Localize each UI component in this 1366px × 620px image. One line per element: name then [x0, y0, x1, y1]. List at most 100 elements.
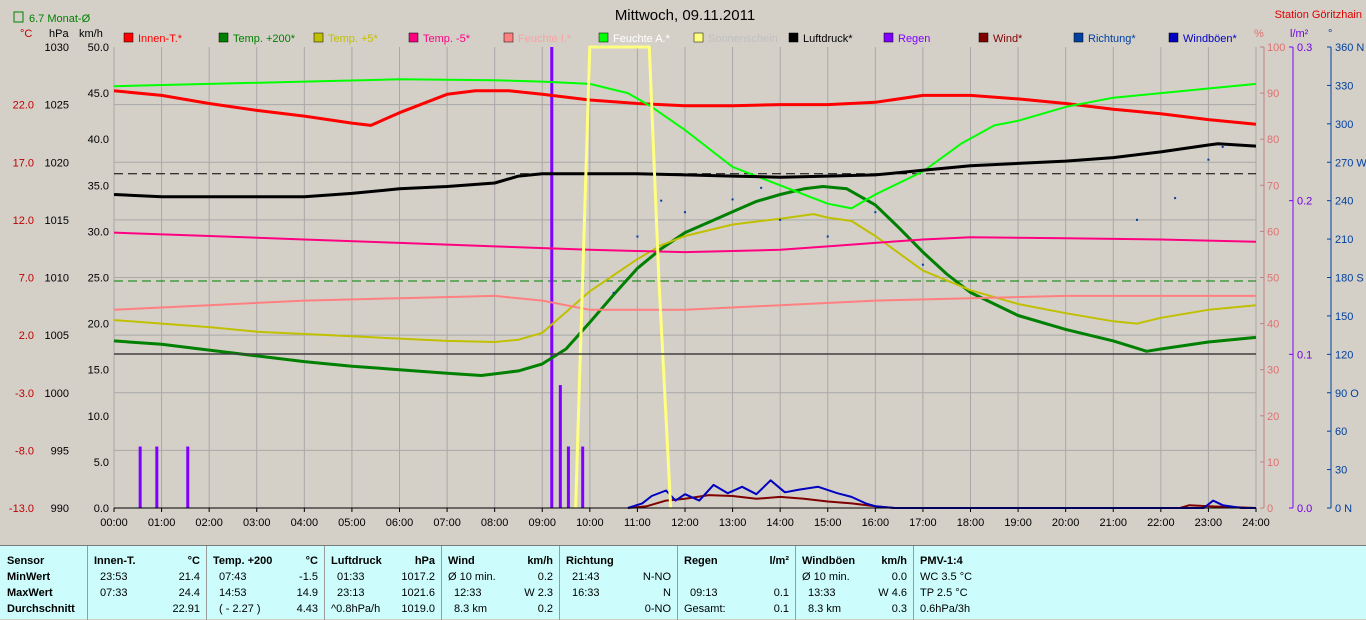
legend-swatch: [408, 32, 419, 43]
luftdruck-min: 1017.2: [401, 571, 435, 583]
legend-swatch: [1073, 32, 1084, 43]
tick-label-direction: 90 O: [1335, 388, 1359, 400]
tick-label-direction: 360 N: [1335, 42, 1364, 54]
direction-point: [826, 235, 829, 238]
monthly-average-label: 6.7 Monat-Ø: [29, 13, 91, 25]
rain-bar: [138, 446, 142, 508]
regen-unit: l/m²: [769, 555, 789, 567]
innen-min: 21.4: [178, 571, 200, 583]
tick-label-time: 04:00: [291, 517, 319, 529]
pmv-line3: 0.6hPa/3h: [920, 603, 971, 615]
legend-label: Sonnenschein: [708, 33, 778, 45]
unit-celsius: °C: [20, 28, 32, 40]
tick-label-percent: 0: [1267, 503, 1273, 515]
legend-label: Wind*: [993, 33, 1023, 45]
tick-label-kmh: 40.0: [88, 134, 109, 146]
luftdruck-unit: hPa: [414, 555, 435, 567]
stats-sensor-title: Sensor: [7, 555, 45, 567]
direction-point: [779, 218, 782, 221]
station-name: Station Göritzhain: [1275, 9, 1362, 21]
tick-label-time: 19:00: [1004, 517, 1032, 529]
legend-label: Temp. +5*: [328, 33, 379, 45]
boeen-unit: km/h: [881, 555, 907, 567]
tick-label-time: 00:00: [100, 517, 128, 529]
tick-label-kmh: 0.0: [94, 503, 109, 515]
tick-label-hpa: 1030: [45, 42, 69, 54]
legend-swatch: [313, 32, 324, 43]
tick-label-time: 23:00: [1195, 517, 1223, 529]
legend-swatch: [503, 32, 514, 43]
tick-label-percent: 70: [1267, 180, 1279, 192]
luftdruck-min-time: 01:33: [337, 571, 365, 583]
temp200-avg: 4.43: [296, 603, 318, 615]
stats-col-sensor: Sensor MinWert MaxWert Durchschnitt: [0, 546, 87, 620]
stats-col-luftdruck: Luftdruck hPa 01:33 1017.2 23:13 1021.6 …: [324, 546, 441, 620]
tick-label-hpa: 1005: [45, 330, 69, 342]
tick-label-time: 02:00: [195, 517, 223, 529]
tick-label-direction: 240: [1335, 196, 1353, 208]
tick-label-time: 10:00: [576, 517, 604, 529]
direction-point: [874, 211, 877, 214]
tick-label-time: 01:00: [148, 517, 176, 529]
tick-label-celsius: -8.0: [15, 445, 34, 457]
richtung-avg: 0-NO: [644, 603, 671, 615]
innen-avg: 22.91: [172, 603, 200, 615]
innen-min-time: 23:53: [100, 571, 128, 583]
legend-label: Richtung*: [1088, 33, 1136, 45]
rain-bar: [558, 385, 562, 508]
tick-label-direction: 330: [1335, 80, 1353, 92]
tick-label-direction: 270 W: [1335, 157, 1366, 169]
richtung-max-time: 16:33: [572, 587, 600, 599]
tick-label-time: 09:00: [528, 517, 556, 529]
tick-label-percent: 20: [1267, 411, 1279, 423]
wind-min-time: Ø 10 min.: [448, 571, 496, 583]
stats-row-max: MaxWert: [7, 587, 53, 599]
tick-label-direction: 120: [1335, 349, 1353, 361]
regen-title: Regen: [684, 555, 718, 567]
wind-min: 0.2: [537, 571, 553, 583]
luftdruck-title: Luftdruck: [331, 555, 382, 567]
unit-direction: °: [1328, 28, 1332, 40]
temp200-min: -1.5: [299, 571, 318, 583]
tick-label-time: 12:00: [671, 517, 699, 529]
tick-label-celsius: 2.0: [19, 330, 34, 342]
tick-label-celsius: 17.0: [13, 157, 34, 169]
direction-point: [612, 291, 615, 294]
tick-label-hpa: 1010: [45, 273, 69, 285]
tick-label-kmh: 25.0: [88, 273, 109, 285]
legend-swatch: [123, 32, 134, 43]
tick-label-rain: 0.2: [1297, 196, 1312, 208]
legend-swatch: [788, 32, 799, 43]
tick-label-time: 16:00: [862, 517, 890, 529]
direction-point: [760, 186, 763, 189]
tick-label-direction: 180 S: [1335, 273, 1364, 285]
tick-label-hpa: 1015: [45, 215, 69, 227]
rain-bar: [155, 446, 159, 508]
boeen-title: Windböen: [802, 555, 856, 567]
innen-max: 24.4: [178, 587, 200, 599]
weather-chart: 22.017.012.07.02.0-3.0-8.0-13.0103010251…: [0, 0, 1366, 545]
legend-swatch: [978, 32, 989, 43]
tick-label-time: 08:00: [481, 517, 509, 529]
unit-kmh: km/h: [79, 28, 103, 40]
wind-unit: km/h: [527, 555, 553, 567]
direction-point: [684, 211, 686, 214]
legend-swatch: [1168, 32, 1179, 43]
unit-rain: l/m²: [1290, 28, 1309, 40]
tick-label-time: 07:00: [433, 517, 461, 529]
legend-label: Temp. -5*: [423, 33, 471, 45]
legend-label: Temp. +200*: [233, 33, 296, 45]
tick-label-time: 22:00: [1147, 517, 1175, 529]
tick-label-time: 17:00: [909, 517, 937, 529]
tick-label-percent: 30: [1267, 365, 1279, 377]
tick-label-celsius: -13.0: [9, 503, 34, 515]
regen-max-time: 09:13: [690, 587, 718, 599]
rain-bar: [550, 47, 554, 508]
tick-label-hpa: 1025: [45, 100, 69, 112]
tick-label-kmh: 10.0: [88, 411, 109, 423]
unit-hpa: hPa: [49, 28, 69, 40]
temp200-min-time: 07:43: [219, 571, 247, 583]
tick-label-percent: 100: [1267, 42, 1285, 54]
legend-label: Feuchte I.*: [518, 33, 572, 45]
stats-col-windboeen: Windböen km/h Ø 10 min. 0.0 13:33 W 4.6 …: [795, 546, 913, 620]
